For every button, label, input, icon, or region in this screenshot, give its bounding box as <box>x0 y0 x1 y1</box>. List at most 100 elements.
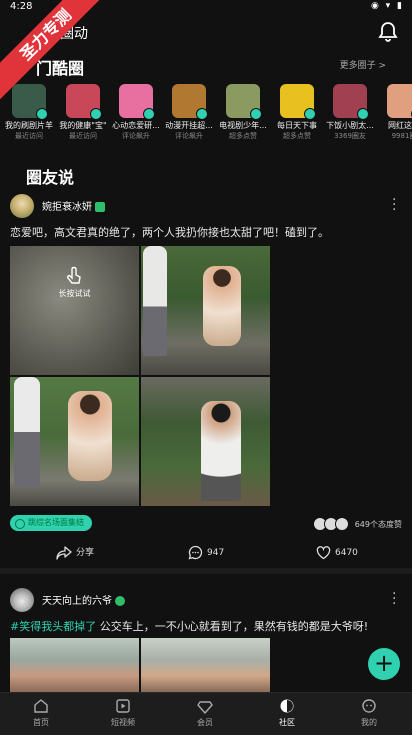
circle-item[interactable]: 心动恋爱研... 评论飙升 <box>109 84 163 141</box>
post-image[interactable] <box>141 638 270 692</box>
diamond-icon <box>197 701 213 714</box>
circle-name: 动漫开挂超... <box>165 121 213 130</box>
circle-thumbnail <box>66 84 102 120</box>
circle-thumbnail <box>226 84 262 120</box>
share-button[interactable]: 分享 <box>56 542 94 564</box>
tab-me[interactable]: 我的 <box>328 697 410 728</box>
hand-tap-icon <box>67 266 81 284</box>
comment-count: 947 <box>207 548 225 558</box>
heart-icon <box>316 545 331 559</box>
post-text: #笑得我头都掉了 公交车上，一不小心就看到了，果然有钱的都是大爷呀! <box>10 618 368 634</box>
circle-status: 最近访问 <box>15 132 43 140</box>
post-username[interactable]: 天天向上的六爷 <box>42 592 125 607</box>
bottom-tab-bar: 首页 短视频 会员 社区 我的 <box>0 692 412 735</box>
comment-icon <box>188 545 203 560</box>
long-press-hint: 长按试试 <box>58 289 91 298</box>
circle-status: 超多点赞 <box>229 132 257 140</box>
post-text: 恋爱吧，高文君真的绝了，两个人我扔你接也太甜了吧！磕到了。 <box>10 226 329 239</box>
circle-badge <box>90 108 102 120</box>
circle-item[interactable]: 电视剧少年... 超多点赞 <box>216 84 270 141</box>
more-options-icon[interactable]: · · · <box>392 587 396 611</box>
circle-item[interactable]: 网红这个 9981圈 <box>377 84 412 141</box>
circle-status: 最近访问 <box>69 132 97 140</box>
tab-label: 我的 <box>361 718 377 727</box>
circle-badge <box>357 108 369 120</box>
topic-tag-label: 跳综名场面集结 <box>28 518 84 527</box>
feed-section-title: 圈友说 <box>26 168 75 187</box>
circle-name: 心动恋爱研... <box>112 121 160 130</box>
circle-thumbnail <box>172 84 208 120</box>
post-body: 公交车上，一不小心就看到了，果然有钱的都是大爷呀! <box>96 620 369 633</box>
like-count: 6470 <box>335 548 358 558</box>
topic-tag[interactable]: 跳综名场面集结 <box>10 515 92 531</box>
circle-item[interactable]: 我的刷剧片羊 最近访问 <box>2 84 56 141</box>
post-image[interactable]: 长按试试 <box>10 246 139 375</box>
post-image[interactable] <box>10 377 139 506</box>
tab-vip[interactable]: 会员 <box>164 697 246 728</box>
circle-name: 我的健康"宝" <box>59 121 107 130</box>
circle-thumbnail <box>119 84 155 120</box>
hot-circles-section: 门酷圈 更多圈子 > 我的刷剧片羊 最近访问 我的健康"宝" 最近访问 心动恋爱… <box>0 50 412 150</box>
bell-icon[interactable] <box>376 20 400 44</box>
post-image-grid: 长按试试 <box>10 246 272 508</box>
circle-item[interactable]: 我的健康"宝" 最近访问 <box>56 84 110 141</box>
post-image[interactable] <box>141 377 270 506</box>
post-username[interactable]: 婉拒衰冰妍 <box>42 198 105 213</box>
circle-badge <box>36 108 48 120</box>
photo-figure <box>143 246 167 356</box>
reaction-count: 649个态度赞 <box>354 519 402 529</box>
level-badge-icon <box>95 202 105 212</box>
photo-figure <box>201 401 241 501</box>
avatar[interactable] <box>10 194 34 218</box>
hot-circles-title: 门酷圈 <box>36 59 85 78</box>
circle-status: 评论飙升 <box>122 132 150 140</box>
circle-badge <box>250 108 262 120</box>
like-button[interactable]: 6470 <box>316 542 358 564</box>
video-icon <box>116 699 130 713</box>
circle-badge <box>196 108 208 120</box>
tab-home[interactable]: 首页 <box>0 697 82 728</box>
status-time: 4:28 <box>10 1 33 12</box>
tab-label: 会员 <box>197 718 213 727</box>
post-image[interactable] <box>141 246 270 375</box>
circle-item[interactable]: 下饭小剧太... 3369圈友 <box>323 84 377 141</box>
circle-badge <box>143 108 155 120</box>
reaction-summary[interactable]: 649个态度赞 <box>313 517 402 531</box>
circle-status: 9981圈 <box>391 132 412 140</box>
feed-post: 天天向上的六爷 · · · #笑得我头都掉了 公交车上，一不小心就看到了，果然有钱的… <box>0 582 412 692</box>
status-icons: ◉ ▾ ▮ <box>370 1 404 11</box>
home-icon <box>34 699 48 713</box>
feed-post: 婉拒衰冰妍 · · · 恋爱吧，高文君真的绝了，两个人我扔你接也太甜了吧！磕到了。 … <box>0 188 412 568</box>
tab-short-video[interactable]: 短视频 <box>82 697 164 728</box>
circle-list: 我的刷剧片羊 最近访问 我的健康"宝" 最近访问 心动恋爱研... 评论飙升 动… <box>0 84 412 150</box>
reaction-face-icon <box>335 517 350 531</box>
circle-item[interactable]: 动漫开挂超... 评论飙升 <box>162 84 216 141</box>
avatar[interactable] <box>10 588 34 612</box>
post-hashtag[interactable]: #笑得我头都掉了 <box>10 620 96 633</box>
topic-icon <box>15 519 25 529</box>
community-icon <box>280 699 294 713</box>
circle-name: 网红这个 <box>388 121 412 130</box>
more-circles-link[interactable]: 更多圈子 > <box>340 58 386 71</box>
share-icon <box>56 545 72 560</box>
circle-status: 3369圈友 <box>334 132 366 140</box>
circle-name: 每日天下事 <box>277 121 317 130</box>
tab-community[interactable]: 社区 <box>246 697 328 728</box>
tab-label: 首页 <box>33 718 49 727</box>
circle-item[interactable]: 每日天下事 超多点赞 <box>270 84 324 141</box>
post-image[interactable] <box>10 638 139 692</box>
more-options-icon[interactable]: · · · <box>392 193 396 217</box>
photo-figure <box>14 377 40 487</box>
circle-thumbnail <box>333 84 369 120</box>
comment-button[interactable]: 947 <box>188 542 224 564</box>
create-post-button[interactable]: + <box>368 648 400 680</box>
circle-thumbnail <box>12 84 48 120</box>
share-label: 分享 <box>76 548 95 558</box>
circle-name: 下饭小剧太... <box>326 121 374 130</box>
level-badge-icon <box>115 596 125 606</box>
circle-status: 评论飙升 <box>175 132 203 140</box>
circle-name: 我的刷剧片羊 <box>5 121 53 130</box>
circle-status: 超多点赞 <box>283 132 311 140</box>
username-text: 天天向上的六爷 <box>42 596 112 607</box>
username-text: 婉拒衰冰妍 <box>42 202 92 213</box>
